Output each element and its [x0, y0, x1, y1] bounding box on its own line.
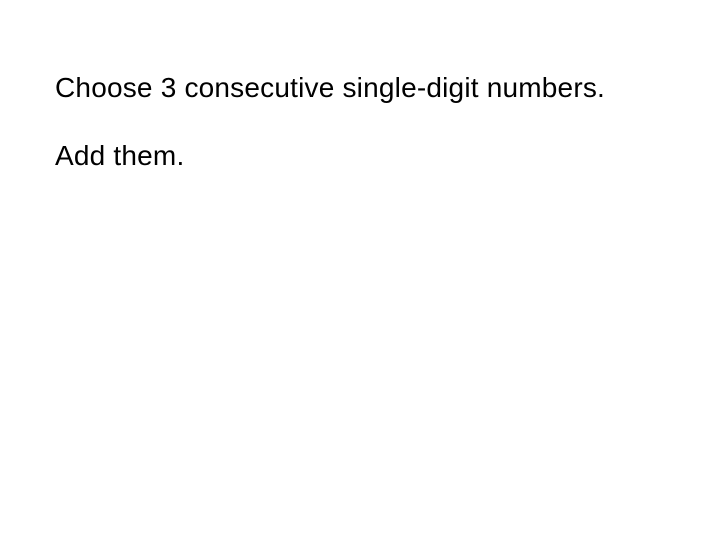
- instruction-line-2: Add them.: [55, 138, 665, 174]
- slide-content: Choose 3 consecutive single-digit number…: [0, 0, 720, 175]
- instruction-line-1: Choose 3 consecutive single-digit number…: [55, 70, 665, 106]
